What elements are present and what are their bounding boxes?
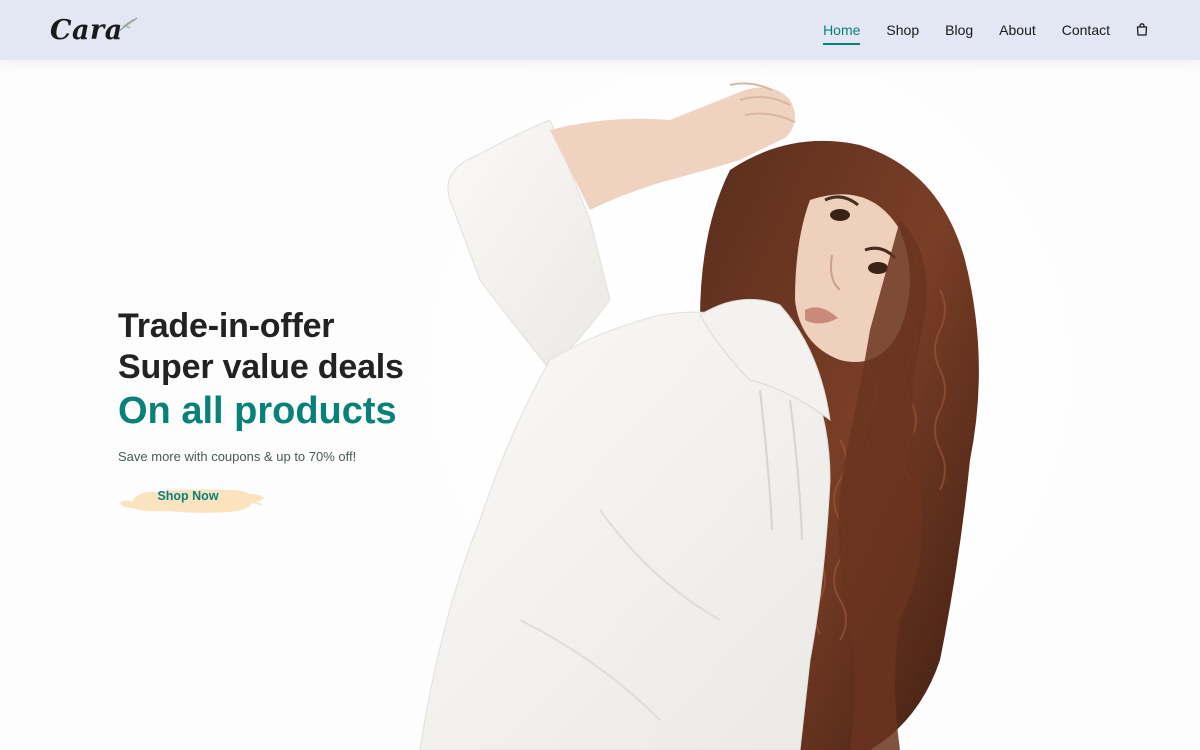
leaf-icon — [118, 17, 138, 32]
nav-link-contact[interactable]: Contact — [1062, 16, 1110, 44]
page: Cara Home Shop Blog About Contact Trade-… — [0, 0, 1200, 750]
nav-item-about: About — [999, 16, 1036, 44]
hero-line-2: Super value deals — [118, 348, 404, 386]
hero-model-image — [400, 60, 1100, 750]
nav-link-about[interactable]: About — [999, 16, 1036, 44]
nav-item-blog: Blog — [945, 16, 973, 44]
logo-text: Cara — [50, 14, 123, 46]
nav-link-blog[interactable]: Blog — [945, 16, 973, 44]
hero-copy: Trade-in-offer Super value deals On all … — [118, 306, 404, 518]
nav-item-shop: Shop — [886, 16, 919, 44]
nav-item-home: Home — [823, 16, 860, 44]
shopping-bag-icon[interactable] — [1136, 19, 1148, 39]
nav-link-home[interactable]: Home — [823, 16, 860, 44]
hero-subtext: Save more with coupons & up to 70% off! — [118, 449, 357, 464]
nav-item-contact: Contact — [1062, 16, 1110, 44]
hero-line-1: Trade-in-offer — [118, 307, 335, 345]
shop-now-button[interactable]: Shop Now — [118, 478, 258, 514]
nav-link-shop[interactable]: Shop — [886, 16, 919, 44]
shop-now-wrapper: Shop Now — [118, 478, 268, 518]
hero-headline: On all products — [118, 390, 397, 432]
main-nav: Home Shop Blog About Contact — [797, 16, 1148, 44]
logo[interactable]: Cara — [50, 15, 139, 46]
site-header: Cara Home Shop Blog About Contact — [0, 0, 1200, 60]
nav-item-cart — [1136, 19, 1148, 41]
